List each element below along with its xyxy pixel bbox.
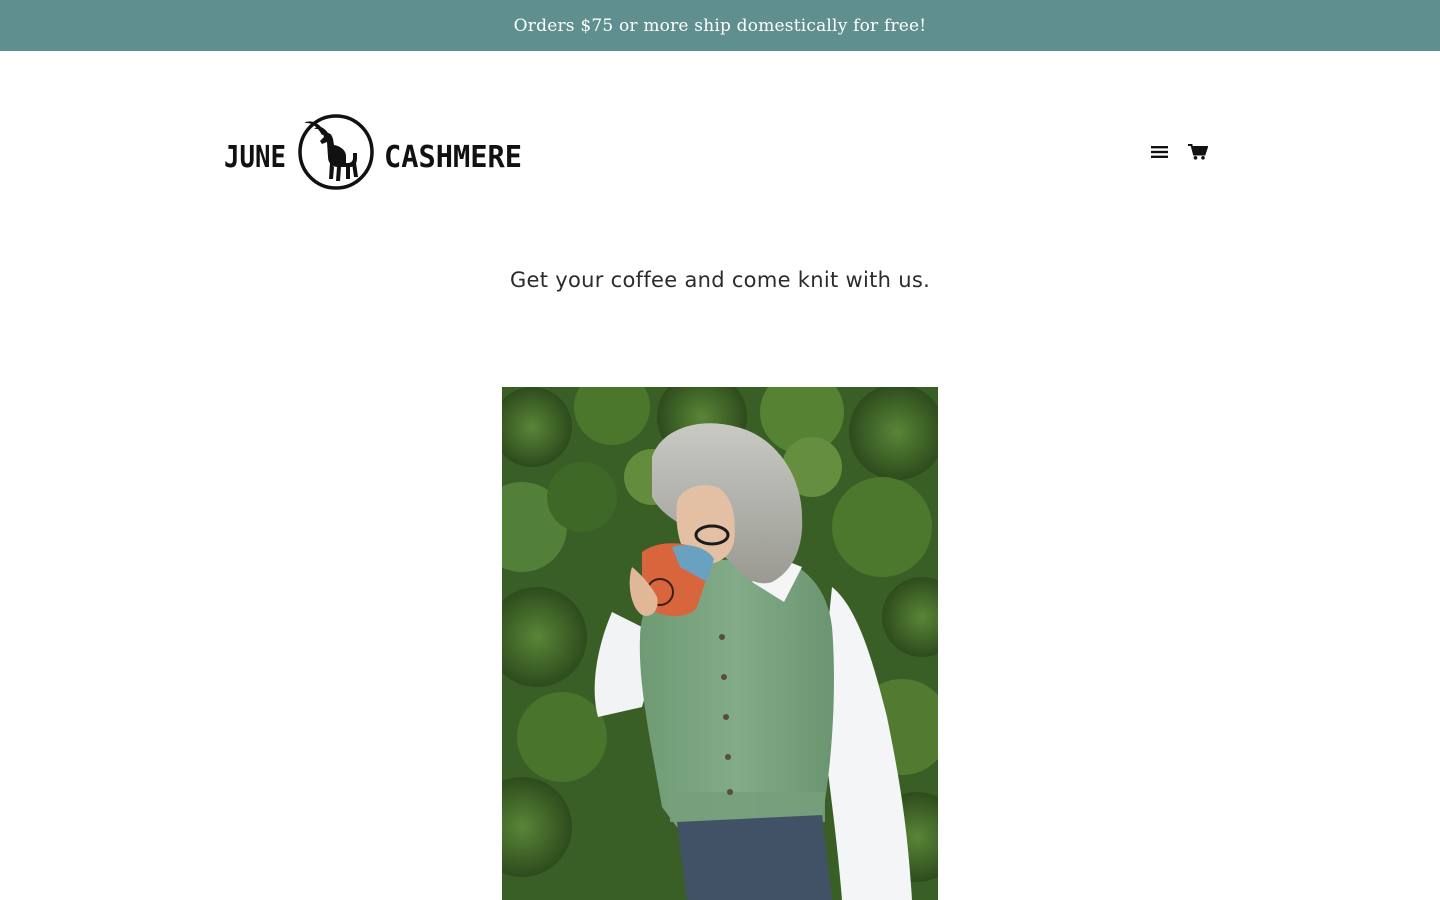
hamburger-menu-icon[interactable] xyxy=(1150,142,1170,162)
hero-image xyxy=(502,387,938,900)
logo-text-june: JUNE xyxy=(224,140,286,175)
hero-photo-illustration xyxy=(502,387,938,900)
logo-graphic: JUNE CASHMERE xyxy=(224,114,522,190)
announcement-bar: Orders $75 or more ship domestically for… xyxy=(0,0,1440,51)
page-tagline: Get your coffee and come knit with us. xyxy=(509,268,931,292)
header-icons xyxy=(1150,142,1208,162)
site-header: JUNE CASHMERE xyxy=(0,51,1440,241)
site-logo[interactable]: JUNE CASHMERE xyxy=(224,113,526,191)
goat-emblem-icon xyxy=(298,114,374,190)
shopping-cart-icon[interactable] xyxy=(1188,142,1208,162)
logo-text-cashmere: CASHMERE xyxy=(384,140,522,175)
announcement-text[interactable]: Orders $75 or more ship domestically for… xyxy=(514,16,927,36)
